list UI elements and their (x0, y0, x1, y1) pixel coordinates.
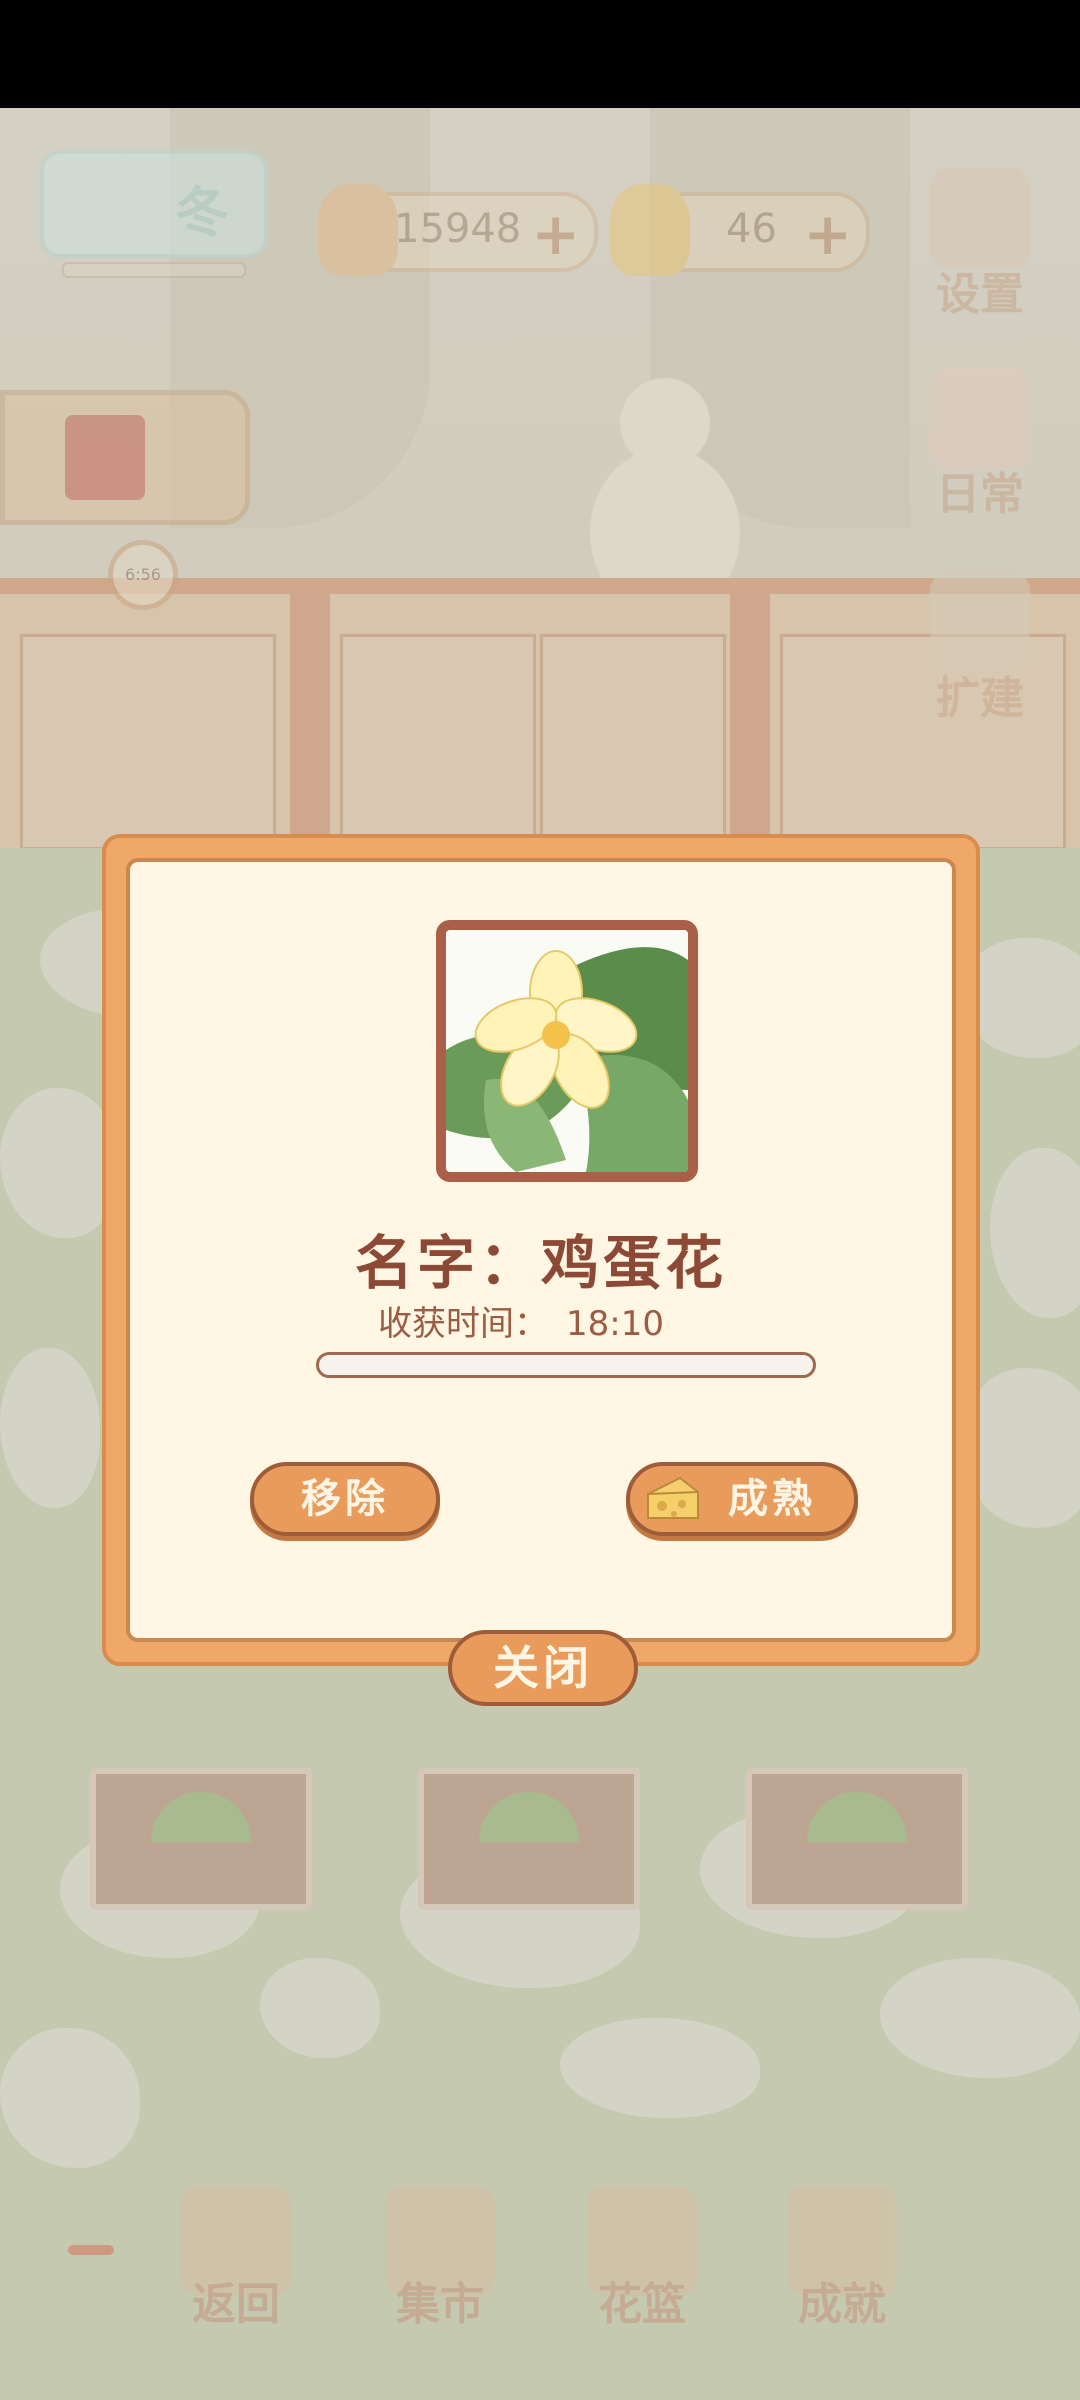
mature-button[interactable]: 成熟 (626, 1462, 858, 1536)
status-bar (0, 0, 1080, 108)
daily-label: 日常 (936, 469, 1024, 520)
alarm-clock: 6:56 (108, 540, 178, 610)
cheese-icon (647, 1476, 699, 1519)
season-label: 冬 (175, 181, 229, 244)
settings-label: 设置 (936, 269, 1024, 320)
dialog-content: 名字：鸡蛋花 收获时间： 18:10 移除 成熟 (126, 858, 956, 1642)
plant-name: 名字：鸡蛋花 (354, 1229, 727, 1297)
nav-market-label: 集市 (396, 2279, 484, 2330)
watering-can-button[interactable] (0, 390, 250, 525)
plant-info-dialog: 名字：鸡蛋花 收获时间： 18:10 移除 成熟 关闭 (102, 834, 980, 1706)
fish-bone-icon (318, 184, 398, 276)
wooden-counter (0, 578, 1080, 864)
notepad-icon (930, 368, 1030, 468)
daily-button[interactable]: 日常 (920, 368, 1040, 522)
fish-count: 15948 (394, 206, 522, 252)
watering-can-icon (65, 415, 145, 500)
nav-market[interactable]: 集市 (380, 2186, 500, 2332)
nav-basket-label: 花篮 (598, 2279, 686, 2330)
garden-plot[interactable] (418, 1768, 640, 1910)
season-card (40, 150, 268, 258)
frangipani-flower-image (446, 930, 688, 1172)
garden-plot[interactable] (746, 1768, 968, 1910)
cheese-currency: 46 + (610, 184, 870, 276)
add-fish-button[interactable]: + (531, 200, 580, 268)
cheese-count: 46 (726, 206, 777, 252)
expand-label: 扩建 (936, 673, 1024, 724)
garden-plot[interactable] (90, 1768, 312, 1910)
mature-label: 成熟 (728, 1476, 816, 1522)
add-cheese-button[interactable]: + (803, 200, 852, 268)
plant-image-frame (436, 920, 698, 1182)
season-progress-bar (62, 262, 246, 278)
hammer-icon (930, 572, 1030, 672)
menu-toggle[interactable] (68, 2245, 114, 2255)
nav-basket[interactable]: 花篮 (582, 2186, 702, 2332)
nav-back-label: 返回 (192, 2279, 280, 2330)
close-button[interactable]: 关闭 (448, 1630, 638, 1706)
remove-button[interactable]: 移除 (250, 1462, 440, 1536)
harvest-time-label: 收获时间： (378, 1304, 548, 1344)
harvest-time-value: 18:10 (566, 1304, 664, 1344)
nav-achievements-label: 成就 (798, 2279, 886, 2330)
fish-currency: 15948 + (318, 184, 598, 276)
cheese-icon (610, 184, 690, 276)
nav-achievements[interactable]: 成就 (782, 2186, 902, 2332)
gear-icon (930, 168, 1030, 268)
expand-button[interactable]: 扩建 (920, 572, 1040, 726)
growth-progress-bar (316, 1352, 816, 1378)
harvest-time-row: 收获时间： 18:10 (378, 1296, 664, 1345)
nav-back[interactable]: 返回 (176, 2186, 296, 2332)
season-indicator[interactable]: 冬 (40, 150, 270, 278)
settings-button[interactable]: 设置 (920, 168, 1040, 322)
